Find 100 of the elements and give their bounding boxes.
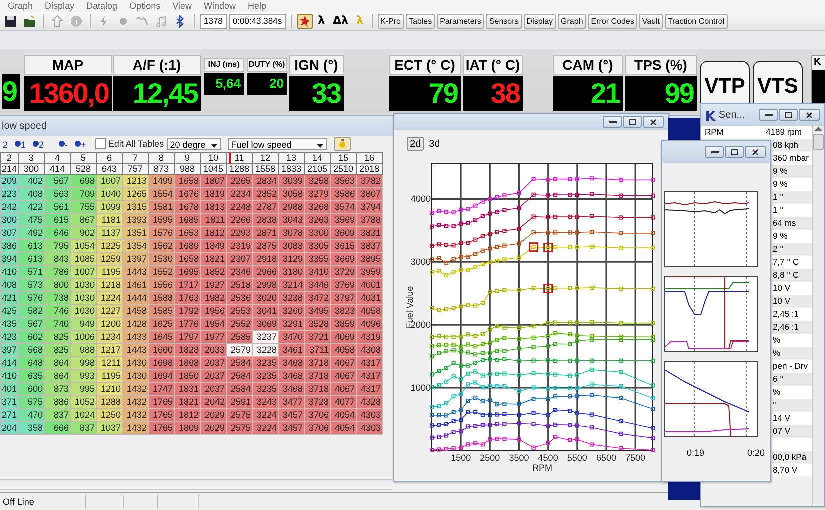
toolbar-button[interactable]: Graph xyxy=(558,14,586,28)
gauge-label: TPS (%) xyxy=(625,55,697,75)
toolbar-button[interactable]: Error Codes xyxy=(588,14,638,28)
gauge-label: A/F (:1) xyxy=(113,55,201,75)
y-tick-label: 3000 xyxy=(410,257,431,268)
window-title: low speed xyxy=(2,120,48,132)
table-cell[interactable]: 408 xyxy=(0,278,19,292)
sensor-value: 00,0 kPa xyxy=(773,452,807,462)
sensor-value: 07 V xyxy=(773,426,790,436)
x-tick-label: 7500 xyxy=(626,453,646,463)
sensor-value: 08 kph xyxy=(773,140,799,150)
sensor-value: 6 ° xyxy=(773,374,784,384)
toolbar-button[interactable]: Vault xyxy=(639,14,664,28)
table-cell[interactable]: 423 xyxy=(0,330,19,344)
table-cell[interactable]: 386 xyxy=(0,240,19,252)
gauge-label: DUTY (%) xyxy=(247,58,287,72)
gauge-value: 99 xyxy=(625,76,697,111)
gauge-label: IGN (°) xyxy=(289,55,344,75)
menu-item[interactable]: Window xyxy=(204,1,236,11)
sensor-value: ° xyxy=(773,400,776,410)
gauge-label: IAT (° C) xyxy=(463,55,523,75)
sensor-value: 9 % xyxy=(773,231,788,241)
sensor-value: 1 ° xyxy=(773,192,784,202)
gauge-label: ECT (° C) xyxy=(389,55,461,75)
column-header: 16 xyxy=(356,152,383,164)
x-tick-label: 3500 xyxy=(509,453,530,463)
x-tick-label: 5500 xyxy=(567,453,588,463)
sensor-value: 2,45 :1 xyxy=(773,309,799,319)
gauge-value: 33 xyxy=(289,76,344,111)
sensor-value: 14 V xyxy=(773,413,790,423)
time-label: 0:20 xyxy=(747,448,765,458)
marker-button[interactable]: 1 xyxy=(13,137,28,150)
table-cell[interactable]: 371 xyxy=(0,396,19,408)
table-cell[interactable]: 204 xyxy=(0,422,19,434)
gauge-value: 12,45 xyxy=(113,76,201,111)
menu-item[interactable]: Datalog xyxy=(86,1,118,11)
gauge-value: 79 xyxy=(389,76,461,111)
table-cell[interactable]: 410 xyxy=(0,266,19,278)
sensor-value: 4189 rpm xyxy=(765,127,802,137)
sensor-value: 2,46 :1 xyxy=(773,322,799,332)
y-tick-label: 4000 xyxy=(410,194,431,204)
menu-item[interactable]: Options xyxy=(130,1,161,11)
menu-item[interactable]: Display xyxy=(45,1,75,11)
toolbar-button[interactable]: Tables xyxy=(406,14,436,28)
sensor-value: 64 ms xyxy=(773,218,796,228)
table-dropdown[interactable]: Fuel low speed xyxy=(228,138,328,150)
mode-button[interactable]: Δλ xyxy=(330,14,352,28)
gauge-value: 21 xyxy=(553,76,623,111)
toolbar-button[interactable]: Display xyxy=(524,14,556,28)
sensor-value: 8,70 V xyxy=(773,465,798,475)
column-header: 9 xyxy=(174,152,201,164)
table-cell[interactable]: 271 xyxy=(0,408,19,422)
table-cell[interactable]: 223 xyxy=(0,188,19,200)
marker-button[interactable]: + xyxy=(73,137,88,150)
column-header: 13 xyxy=(278,152,305,164)
gauge-label: K xyxy=(812,56,825,70)
sensor-value: 10 V xyxy=(773,283,790,293)
column-header: 11 xyxy=(226,152,253,164)
table-cell[interactable]: 425 xyxy=(0,304,19,318)
marker-button[interactable]: 2 xyxy=(1,137,10,150)
marker-button[interactable]: 2 xyxy=(31,137,46,150)
toolbar-button[interactable]: K-Pro xyxy=(378,14,404,28)
table-cell[interactable]: 242 xyxy=(0,200,19,214)
column-header: 5 xyxy=(70,152,97,164)
gauge-label: CAM (°) xyxy=(553,55,623,75)
x-axis-title: RPM xyxy=(532,463,552,473)
marker-button[interactable]: - xyxy=(57,137,70,150)
column-header: 15 xyxy=(330,152,357,164)
menu-item[interactable]: Help xyxy=(248,1,266,11)
view-tab[interactable]: 2d xyxy=(407,137,424,151)
x-tick-label: 4500 xyxy=(538,453,558,463)
table-cell[interactable]: 209 xyxy=(0,174,19,188)
column-header: 2 xyxy=(0,152,19,164)
table-cell[interactable]: 401 xyxy=(0,382,19,396)
toolbar-button[interactable]: Sensors xyxy=(486,14,522,28)
toolbar-button[interactable]: Traction Control xyxy=(665,14,728,28)
toolbar-button[interactable]: Parameters xyxy=(437,14,484,28)
gauge-value: 9 xyxy=(2,74,20,109)
menu-item[interactable]: Graph xyxy=(8,1,34,11)
mode-button[interactable]: λ xyxy=(315,14,328,28)
table-cell[interactable]: 435 xyxy=(0,318,19,330)
table-cell[interactable]: 394 xyxy=(0,252,19,266)
x-tick-label: 2500 xyxy=(480,453,500,463)
checkbox-label: Edit All Tables xyxy=(108,138,164,148)
table-cell[interactable]: 397 xyxy=(0,344,19,356)
gauge-value: 38 xyxy=(463,76,523,111)
gauge-label: MAP xyxy=(24,55,112,75)
table-cell[interactable]: 410 xyxy=(0,370,19,382)
table-cell[interactable]: 421 xyxy=(0,292,19,304)
sensor-value: 10 V xyxy=(773,296,790,306)
table-cell[interactable]: 307 xyxy=(0,226,19,240)
sensor-value: pen - Drv xyxy=(773,361,808,371)
table-cell[interactable]: 300 xyxy=(0,214,19,226)
x-tick-label: 1500 xyxy=(451,453,472,463)
menu-item[interactable]: View xyxy=(172,1,192,11)
view-tab[interactable]: 3d xyxy=(426,137,444,151)
angle-dropdown[interactable]: 20 degre xyxy=(167,138,222,150)
gauge-value: 5,64 xyxy=(204,73,244,95)
table-cell[interactable]: 414 xyxy=(0,356,19,370)
column-header: 4 xyxy=(44,152,71,164)
